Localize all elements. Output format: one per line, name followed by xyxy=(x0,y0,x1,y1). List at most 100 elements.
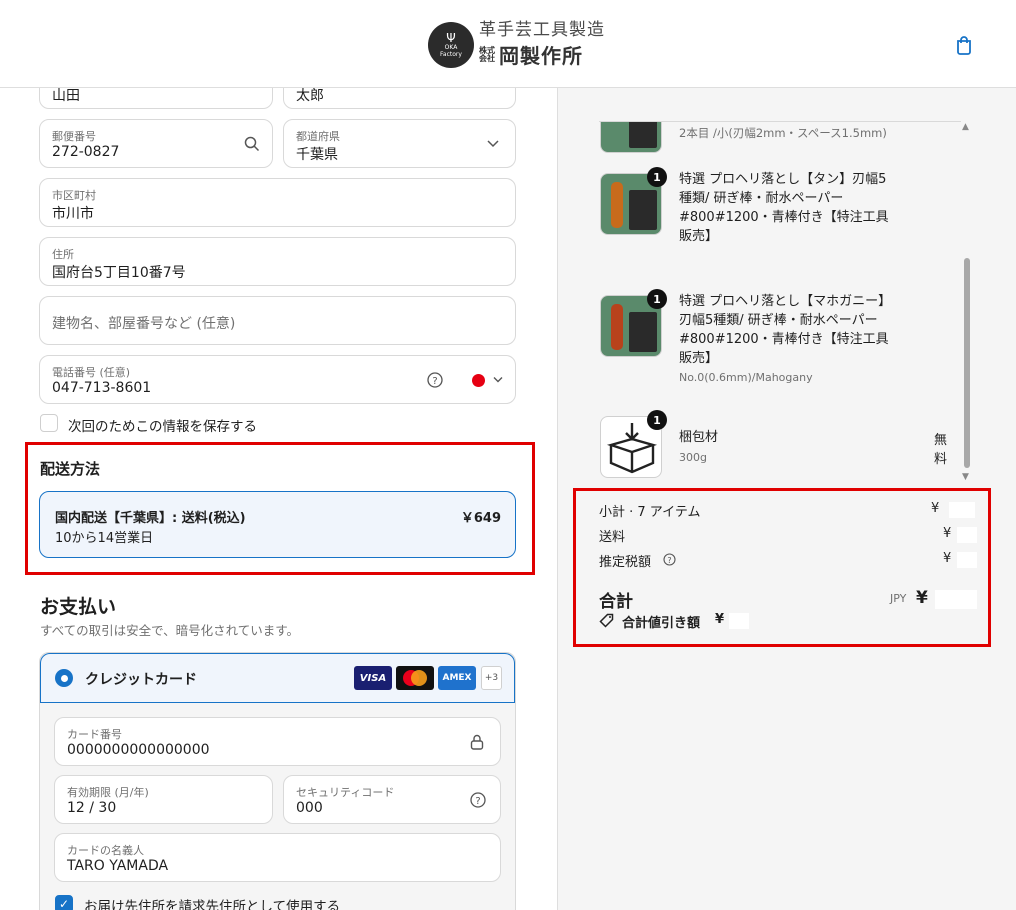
tax-redaction xyxy=(957,552,977,568)
address-field[interactable]: 住所 国府台5丁目10番7号 xyxy=(39,237,516,286)
search-icon[interactable] xyxy=(244,136,260,152)
scrollbar-thumb[interactable] xyxy=(964,258,970,468)
cvc-help-icon[interactable]: ? xyxy=(470,791,486,808)
cart-item-name-line: 販売】 xyxy=(679,229,719,244)
cart-item: 1 特選 プロヘリ落とし【タン】刃幅5 種類/ 研ぎ棒・耐水ペーパー #800#… xyxy=(558,167,958,283)
city-value: 市川市 xyxy=(52,206,94,222)
cart-item-name-line: #800#1200・青棒付き【特注工具 xyxy=(679,332,889,347)
total-value: ¥ xyxy=(916,588,928,608)
shipping-label: 送料 xyxy=(599,530,626,545)
cart-item-name-line: 種類/ 研ぎ棒・耐水ペーパー xyxy=(679,191,844,206)
prefecture-value: 千葉県 xyxy=(296,147,338,163)
logo-kabushiki: 株式会社 xyxy=(479,45,495,63)
cardholder-value: TARO YAMADA xyxy=(67,858,169,874)
postal-code-label: 郵便番号 xyxy=(52,130,96,143)
expiry-field[interactable]: 有効期限 (月/年) 12 / 30 xyxy=(54,775,273,824)
cart-item-name: 特選 プロヘリ落とし【タン】刃幅5 種類/ 研ぎ棒・耐水ペーパー #800#12… xyxy=(679,170,889,246)
shipping-option-name: 国内配送【千葉県】: 送料(税込) xyxy=(55,511,246,526)
more-brands-badge: +3 xyxy=(481,666,502,690)
cart-item-variant: 2本目 /小(刃幅2mm・スペース1.5mm) xyxy=(679,126,887,140)
cart-item-name: 特選 プロヘリ落とし【マホガニー】 刃幅5種類/ 研ぎ棒・耐水ペーパー #800… xyxy=(679,292,891,368)
shipping-value: ¥ xyxy=(943,526,952,541)
subtotal-redaction xyxy=(949,502,975,518)
subtotal-value: ¥ xyxy=(931,501,940,516)
shipping-row: 送料 ¥ xyxy=(599,526,979,545)
discount-redaction xyxy=(729,613,749,629)
shopping-bag-icon[interactable] xyxy=(953,34,975,56)
cardholder-field[interactable]: カードの名義人 TARO YAMADA xyxy=(54,833,501,882)
checkout-form: 山田 太郎 郵便番号 272-0827 都道府県 千葉県 市区町村 市川市 住所… xyxy=(0,88,557,910)
site-header: Ψ OKA Factory 革手芸工具製造 株式会社 岡製作所 xyxy=(0,0,1016,88)
expiry-label: 有効期限 (月/年) xyxy=(67,786,149,799)
svg-text:?: ? xyxy=(432,376,437,387)
product-thumbnail xyxy=(600,121,662,153)
logo-emblem-text: OKA Factory xyxy=(440,43,462,58)
total-label: 合計 xyxy=(599,592,633,612)
shipping-title: 配送方法 xyxy=(40,460,101,478)
tax-help-icon[interactable]: ? xyxy=(663,553,676,566)
subtotal-row: 小計 · 7 アイテム ¥ xyxy=(599,501,979,520)
total-row: 合計 JPY ¥ xyxy=(599,587,979,612)
discount-value: ¥ xyxy=(715,612,725,627)
lock-icon xyxy=(470,734,484,750)
cart-item-name-line: 特選 プロヘリ落とし【タン】刃幅5 xyxy=(679,172,887,187)
help-icon[interactable]: ? xyxy=(427,371,443,388)
cart-item: 2本目 /小(刃幅2mm・スペース1.5mm) xyxy=(558,121,958,161)
credit-card-option[interactable]: クレジットカード VISA AMEX +3 xyxy=(40,653,515,703)
cart-item: 1 特選 プロヘリ落とし【マホガニー】 刃幅5種類/ 研ぎ棒・耐水ペーパー #8… xyxy=(558,289,958,405)
scroll-down-arrow-icon[interactable]: ▼ xyxy=(962,472,969,482)
first-name-field[interactable]: 太郎 xyxy=(283,88,516,109)
save-info-checkbox[interactable] xyxy=(40,414,58,432)
address-value: 国府台5丁目10番7号 xyxy=(52,265,186,281)
credit-card-label: クレジットカード xyxy=(85,672,197,688)
japan-flag-icon[interactable] xyxy=(472,374,485,387)
postal-code-value: 272-0827 xyxy=(52,144,120,160)
city-field[interactable]: 市区町村 市川市 xyxy=(39,178,516,227)
building-placeholder: 建物名、部屋番号など (任意) xyxy=(52,316,236,332)
last-name-field[interactable]: 山田 xyxy=(39,88,273,109)
phone-value: 047-713-8601 xyxy=(52,380,152,396)
building-field[interactable]: 建物名、部屋番号など (任意) xyxy=(39,296,516,345)
cvc-label: セキュリティコード xyxy=(296,786,395,799)
cardholder-label: カードの名義人 xyxy=(67,844,144,857)
city-label: 市区町村 xyxy=(52,189,96,202)
cart-items-list[interactable]: 2本目 /小(刃幅2mm・スペース1.5mm) 1 特選 プロヘリ落とし【タン】… xyxy=(558,121,978,485)
logo-title: 革手芸工具製造 xyxy=(479,20,605,40)
svg-text:?: ? xyxy=(475,796,480,807)
phone-label: 電話番号 (任意) xyxy=(52,366,131,379)
cart-item-variant: 300g xyxy=(679,451,707,464)
cart-item: 1 梱包材 300g 無料 xyxy=(558,410,958,485)
billing-same-checkbox[interactable]: ✓ xyxy=(55,895,73,910)
cart-item-name-line: 特選 プロヘリ落とし【マホガニー】 xyxy=(679,294,892,309)
expiry-value: 12 / 30 xyxy=(67,800,117,816)
prefecture-select[interactable]: 都道府県 千葉県 xyxy=(283,119,516,168)
cart-scrollbar[interactable]: ▲ ▼ xyxy=(961,122,973,484)
cart-item-price: 無料 xyxy=(934,433,948,467)
shipping-option[interactable]: 国内配送【千葉県】: 送料(税込) 10から14営業日 ￥649 xyxy=(39,491,516,558)
fork-icon: Ψ xyxy=(446,30,456,45)
prefecture-label: 都道府県 xyxy=(296,130,340,143)
cvc-field[interactable]: セキュリティコード 000 ? xyxy=(283,775,501,824)
discount-label: 合計値引き額 xyxy=(622,616,701,631)
cart-item-name-line: 刃幅5種類/ 研ぎ棒・耐水ペーパー xyxy=(679,313,878,328)
payment-title: お支払い xyxy=(40,596,117,618)
phone-field[interactable]: 電話番号 (任意) 047-713-8601 ? xyxy=(39,355,516,404)
subtotal-label: 小計 · 7 アイテム xyxy=(599,505,701,520)
cart-item-name-line: 販売】 xyxy=(679,351,719,366)
payment-methods: クレジットカード VISA AMEX +3 カード番号 000000000000… xyxy=(39,652,516,910)
tax-value: ¥ xyxy=(943,551,952,566)
first-name-value: 太郎 xyxy=(296,88,324,104)
card-number-value: 0000000000000000 xyxy=(67,742,210,758)
store-logo[interactable]: Ψ OKA Factory 革手芸工具製造 株式会社 岡製作所 xyxy=(428,20,605,69)
postal-code-field[interactable]: 郵便番号 272-0827 xyxy=(39,119,273,168)
cart-item-name: 梱包材 xyxy=(679,430,719,445)
credit-card-radio[interactable] xyxy=(55,669,73,687)
country-chevron-down-icon[interactable] xyxy=(493,376,503,383)
scroll-up-arrow-icon[interactable]: ▲ xyxy=(962,122,969,132)
shipping-option-price: ￥649 xyxy=(460,511,501,526)
amex-icon: AMEX xyxy=(438,666,476,690)
shipping-option-eta: 10から14営業日 xyxy=(55,531,154,546)
total-redaction xyxy=(935,590,977,609)
cart-item-name-line: #800#1200・青棒付き【特注工具 xyxy=(679,210,889,225)
card-number-field[interactable]: カード番号 0000000000000000 xyxy=(54,717,501,766)
